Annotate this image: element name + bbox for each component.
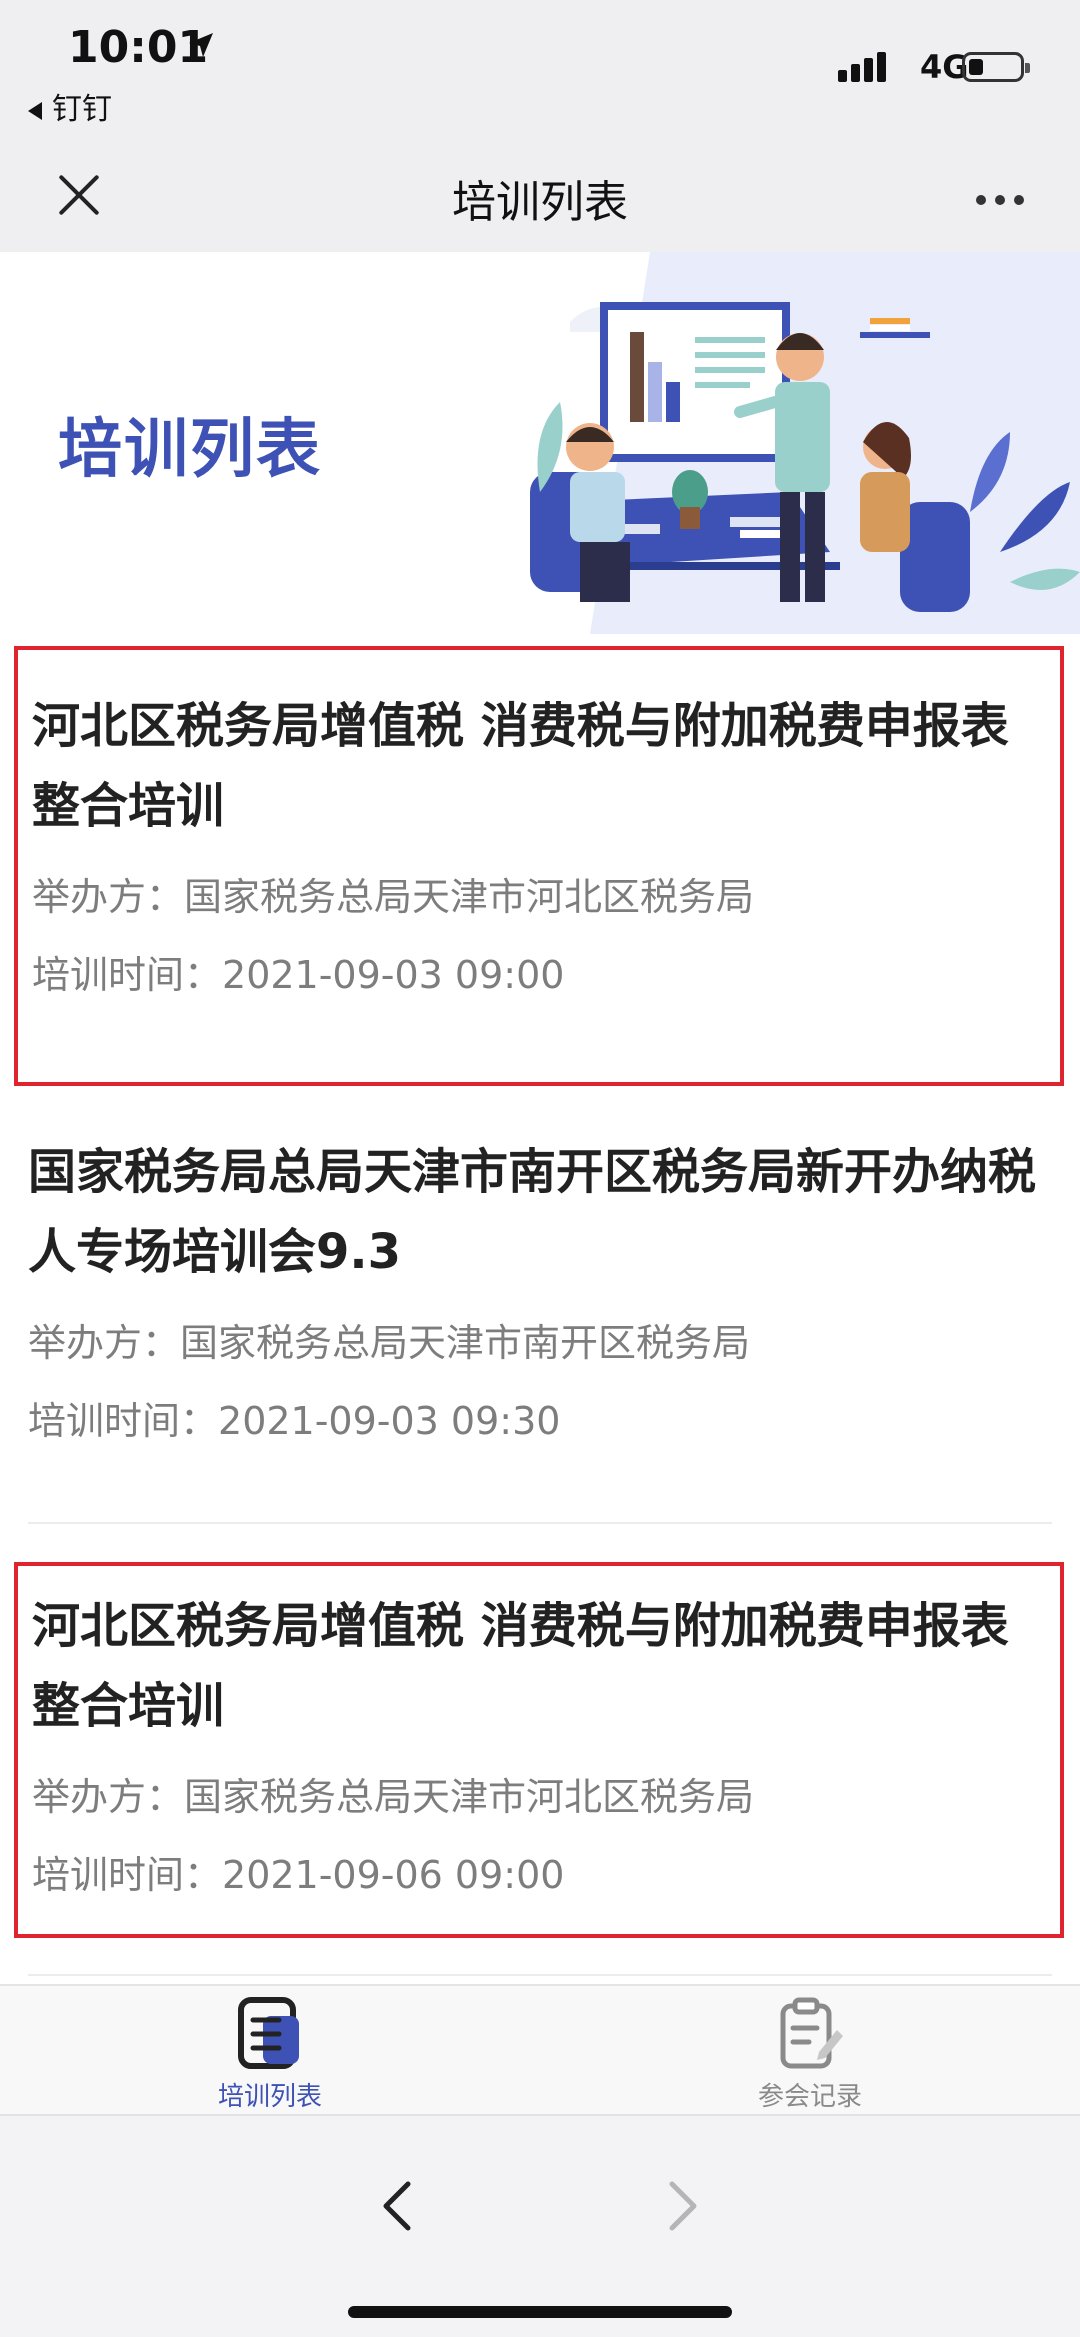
time-label: 培训时间： (32, 953, 223, 997)
training-title: 河北区税务局增值税 消费税与附加税费申报表整合培训 (32, 698, 1009, 834)
training-list: 河北区税务局增值税 消费税与附加税费申报表整合培训 举办方：国家税务总局天津市河… (0, 634, 1080, 1984)
organizer-label: 举办方： (32, 1775, 185, 1819)
battery-icon (962, 52, 1030, 82)
time-value: 2021-09-03 09:00 (222, 953, 565, 997)
organizer-label: 举办方： (28, 1321, 181, 1365)
training-time: 培训时间：2021-09-06 09:00 (32, 1836, 1040, 1914)
banner: 培训列表 (0, 252, 1080, 634)
meeting-illustration (530, 252, 1080, 634)
list-document-icon (238, 1997, 299, 2069)
time-label: 培训时间： (32, 1853, 223, 1897)
time-value: 2021-09-06 09:00 (222, 1853, 565, 1897)
training-card[interactable]: 河北区税务局增值税 消费税与附加税费申报表整合培训 举办方：国家税务总局天津市河… (14, 1562, 1064, 1938)
time-label: 培训时间： (28, 1399, 219, 1443)
time-value: 2021-09-03 09:30 (218, 1399, 561, 1443)
page-title: 培训列表 (452, 177, 628, 228)
tab-attendance-records[interactable]: 参会记录 (680, 1996, 940, 2113)
location-arrow-icon (189, 33, 213, 57)
forward-arrow-icon[interactable] (650, 2176, 710, 2236)
back-to-app-link[interactable]: 钉钉 (28, 84, 112, 128)
banner-title: 培训列表 (58, 413, 322, 487)
training-time: 培训时间：2021-09-03 09:30 (28, 1382, 1044, 1460)
home-indicator[interactable] (348, 2306, 732, 2318)
divider (28, 1522, 1052, 1524)
tab-training-list[interactable]: 培训列表 (140, 1996, 400, 2113)
signal-icon (838, 52, 890, 82)
training-organizer: 举办方：国家税务总局天津市河北区税务局 (32, 858, 1040, 936)
status-bar: 10:01 钉钉 4G (0, 0, 1080, 140)
nav-bar: 培训列表 (0, 140, 1080, 252)
organizer-value: 国家税务总局天津市河北区税务局 (184, 875, 755, 919)
training-organizer: 举办方：国家税务总局天津市南开区税务局 (28, 1304, 1044, 1382)
back-triangle-icon (28, 101, 42, 120)
organizer-label: 举办方： (32, 875, 185, 919)
browser-toolbar (0, 2114, 1080, 2337)
divider (28, 1974, 1052, 1976)
training-title: 河北区税务局增值税 消费税与附加税费申报表整合培训 (32, 1598, 1009, 1734)
training-organizer: 举办方：国家税务总局天津市河北区税务局 (32, 1758, 1040, 1836)
training-time: 培训时间：2021-09-03 09:00 (32, 936, 1040, 1014)
training-card[interactable]: 国家税务局总局天津市南开区税务局新开办纳税人专场培训会9.3 举办方：国家税务总… (14, 1096, 1064, 1516)
back-app-label: 钉钉 (52, 92, 112, 127)
back-arrow-icon[interactable] (370, 2176, 430, 2236)
more-options-icon[interactable] (976, 190, 1036, 205)
tab-bar: 培训列表 参会记录 (0, 1984, 1080, 2114)
tab-label: 培训列表 (217, 2082, 322, 2112)
screen: 10:01 钉钉 4G 培训列表 培训列表 河北区税务局增值税 消费税与附加税费… (0, 0, 1080, 2337)
organizer-value: 国家税务总局天津市南开区税务局 (180, 1321, 751, 1365)
tab-label: 参会记录 (757, 2082, 862, 2112)
organizer-value: 国家税务总局天津市河北区税务局 (184, 1775, 755, 1819)
training-title: 国家税务局总局天津市南开区税务局新开办纳税人专场培训会9.3 (28, 1144, 1037, 1280)
training-card[interactable]: 河北区税务局增值税 消费税与附加税费申报表整合培训 举办方：国家税务总局天津市河… (14, 646, 1064, 1086)
clipboard-edit-icon (780, 1997, 843, 2069)
